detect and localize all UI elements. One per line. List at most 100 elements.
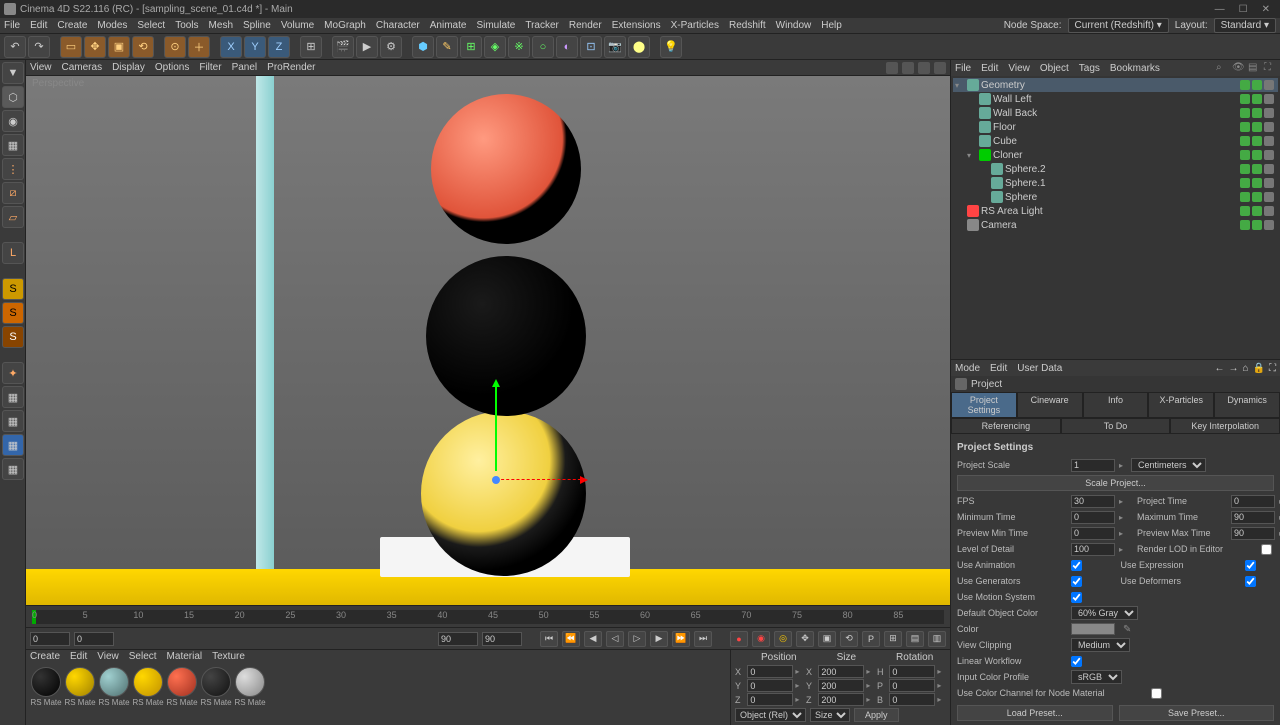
- key-scl[interactable]: ▣: [818, 631, 836, 647]
- render-pv[interactable]: ▶: [356, 36, 378, 58]
- pos-y[interactable]: [747, 679, 793, 692]
- attr-fwd[interactable]: →: [1229, 363, 1239, 374]
- key-param[interactable]: P: [862, 631, 880, 647]
- prev-min[interactable]: [1071, 527, 1115, 540]
- time-start[interactable]: [30, 632, 70, 646]
- menu-spline[interactable]: Spline: [243, 20, 271, 31]
- origin-gizmo[interactable]: [492, 476, 500, 484]
- play-back[interactable]: ◁: [606, 631, 624, 647]
- material-2[interactable]: RS Mate: [98, 667, 130, 707]
- objmenu-file[interactable]: File: [955, 63, 971, 74]
- menu-volume[interactable]: Volume: [281, 20, 314, 31]
- project-scale[interactable]: [1071, 459, 1115, 472]
- extrude-tool[interactable]: ◈: [484, 36, 506, 58]
- menu-animate[interactable]: Animate: [430, 20, 467, 31]
- x-axis-gizmo[interactable]: [496, 479, 586, 480]
- use-mot-check[interactable]: [1071, 592, 1082, 603]
- material-0[interactable]: RS Mate: [30, 667, 62, 707]
- menu-modes[interactable]: Modes: [97, 20, 127, 31]
- obj-sphere[interactable]: Sphere: [953, 190, 1278, 204]
- menu-tools[interactable]: Tools: [175, 20, 198, 31]
- tweak-mode[interactable]: ✦: [2, 362, 24, 384]
- workplane-mode[interactable]: ▦: [2, 134, 24, 156]
- pen-tool[interactable]: ✎: [436, 36, 458, 58]
- node-space-select[interactable]: Current (Redshift) ▾: [1068, 18, 1169, 33]
- key-opt1[interactable]: ▤: [906, 631, 924, 647]
- texture-mode[interactable]: ◉: [2, 110, 24, 132]
- x-axis-lock[interactable]: X: [220, 36, 242, 58]
- objmenu-view[interactable]: View: [1008, 63, 1030, 74]
- make-editable[interactable]: ▼: [2, 62, 24, 84]
- input-profile-sel[interactable]: sRGB: [1071, 670, 1122, 684]
- lod-input[interactable]: [1071, 543, 1115, 556]
- point-mode[interactable]: ⋮: [2, 158, 24, 180]
- maximize-button[interactable]: ☐: [1239, 4, 1248, 15]
- rot-b[interactable]: [889, 693, 935, 706]
- time-start2[interactable]: [74, 632, 114, 646]
- autokey[interactable]: ◉: [752, 631, 770, 647]
- vp-btn3[interactable]: [918, 62, 930, 74]
- snap-g[interactable]: S: [2, 326, 24, 348]
- keysel[interactable]: ◎: [774, 631, 792, 647]
- snap-e[interactable]: S: [2, 302, 24, 324]
- vp-btn1[interactable]: [886, 62, 898, 74]
- field-tool[interactable]: ○: [532, 36, 554, 58]
- menu-window[interactable]: Window: [776, 20, 812, 31]
- goto-end[interactable]: ⏭: [694, 631, 712, 647]
- attrmenu-mode[interactable]: Mode: [955, 363, 980, 374]
- time-end1[interactable]: [438, 632, 478, 646]
- load-preset-button[interactable]: Load Preset...: [957, 705, 1113, 721]
- vp-btn4[interactable]: [934, 62, 946, 74]
- fps-input[interactable]: [1071, 495, 1115, 508]
- material-6[interactable]: RS Mate: [234, 667, 266, 707]
- move-tool[interactable]: ✥: [84, 36, 106, 58]
- obj-wall-left[interactable]: Wall Left: [953, 92, 1278, 106]
- record-key[interactable]: ●: [730, 631, 748, 647]
- menu-edit[interactable]: Edit: [30, 20, 47, 31]
- linear-wf-check[interactable]: [1071, 656, 1082, 667]
- key-pla[interactable]: ⊞: [884, 631, 902, 647]
- obj-geometry[interactable]: ▾Geometry: [953, 78, 1278, 92]
- vpmenu-panel[interactable]: Panel: [232, 62, 258, 73]
- z-axis-lock[interactable]: Z: [268, 36, 290, 58]
- time-end2[interactable]: [482, 632, 522, 646]
- objmenu-tags[interactable]: Tags: [1079, 63, 1100, 74]
- menu-create[interactable]: Create: [57, 20, 87, 31]
- material-3[interactable]: RS Mate: [132, 667, 164, 707]
- mograph-tool[interactable]: ※: [508, 36, 530, 58]
- menu-simulate[interactable]: Simulate: [476, 20, 515, 31]
- scale-tool[interactable]: ▣: [108, 36, 130, 58]
- menu-help[interactable]: Help: [821, 20, 842, 31]
- undo-button[interactable]: ↶: [4, 36, 26, 58]
- attr-lock[interactable]: 🔒: [1253, 363, 1265, 374]
- minimize-button[interactable]: —: [1215, 4, 1225, 15]
- rot-h[interactable]: [889, 665, 935, 678]
- attr-up[interactable]: ⌂: [1243, 363, 1249, 374]
- attrmenu-edit[interactable]: Edit: [990, 363, 1007, 374]
- obj-filter-icon[interactable]: ▤: [1248, 62, 1260, 74]
- attrmenu-user-data[interactable]: User Data: [1017, 363, 1062, 374]
- play-fwd[interactable]: ▷: [628, 631, 646, 647]
- vpmenu-cameras[interactable]: Cameras: [62, 62, 103, 73]
- min-time[interactable]: [1071, 511, 1115, 524]
- deform-tool[interactable]: ◐: [556, 36, 578, 58]
- key-opt2[interactable]: ▥: [928, 631, 946, 647]
- project-time[interactable]: [1231, 495, 1275, 508]
- size-x[interactable]: [818, 665, 864, 678]
- key-rot[interactable]: ⟲: [840, 631, 858, 647]
- matmenu-select[interactable]: Select: [129, 651, 157, 662]
- menu-extensions[interactable]: Extensions: [612, 20, 661, 31]
- coord-system[interactable]: ⊞: [300, 36, 322, 58]
- menu-character[interactable]: Character: [376, 20, 420, 31]
- obj-search-icon[interactable]: ⌕: [1216, 62, 1228, 74]
- tab-project-settings[interactable]: Project Settings: [951, 392, 1017, 418]
- objmenu-bookmarks[interactable]: Bookmarks: [1110, 63, 1160, 74]
- use-expr-check[interactable]: [1245, 560, 1256, 571]
- tab-key-interpolation[interactable]: Key Interpolation: [1170, 418, 1280, 434]
- layout-select[interactable]: Standard ▾: [1214, 18, 1276, 33]
- cube-primitive[interactable]: ⬢: [412, 36, 434, 58]
- vpmenu-view[interactable]: View: [30, 62, 52, 73]
- obj-cube[interactable]: Cube: [953, 134, 1278, 148]
- prev-max[interactable]: [1231, 527, 1275, 540]
- render-settings[interactable]: ⚙: [380, 36, 402, 58]
